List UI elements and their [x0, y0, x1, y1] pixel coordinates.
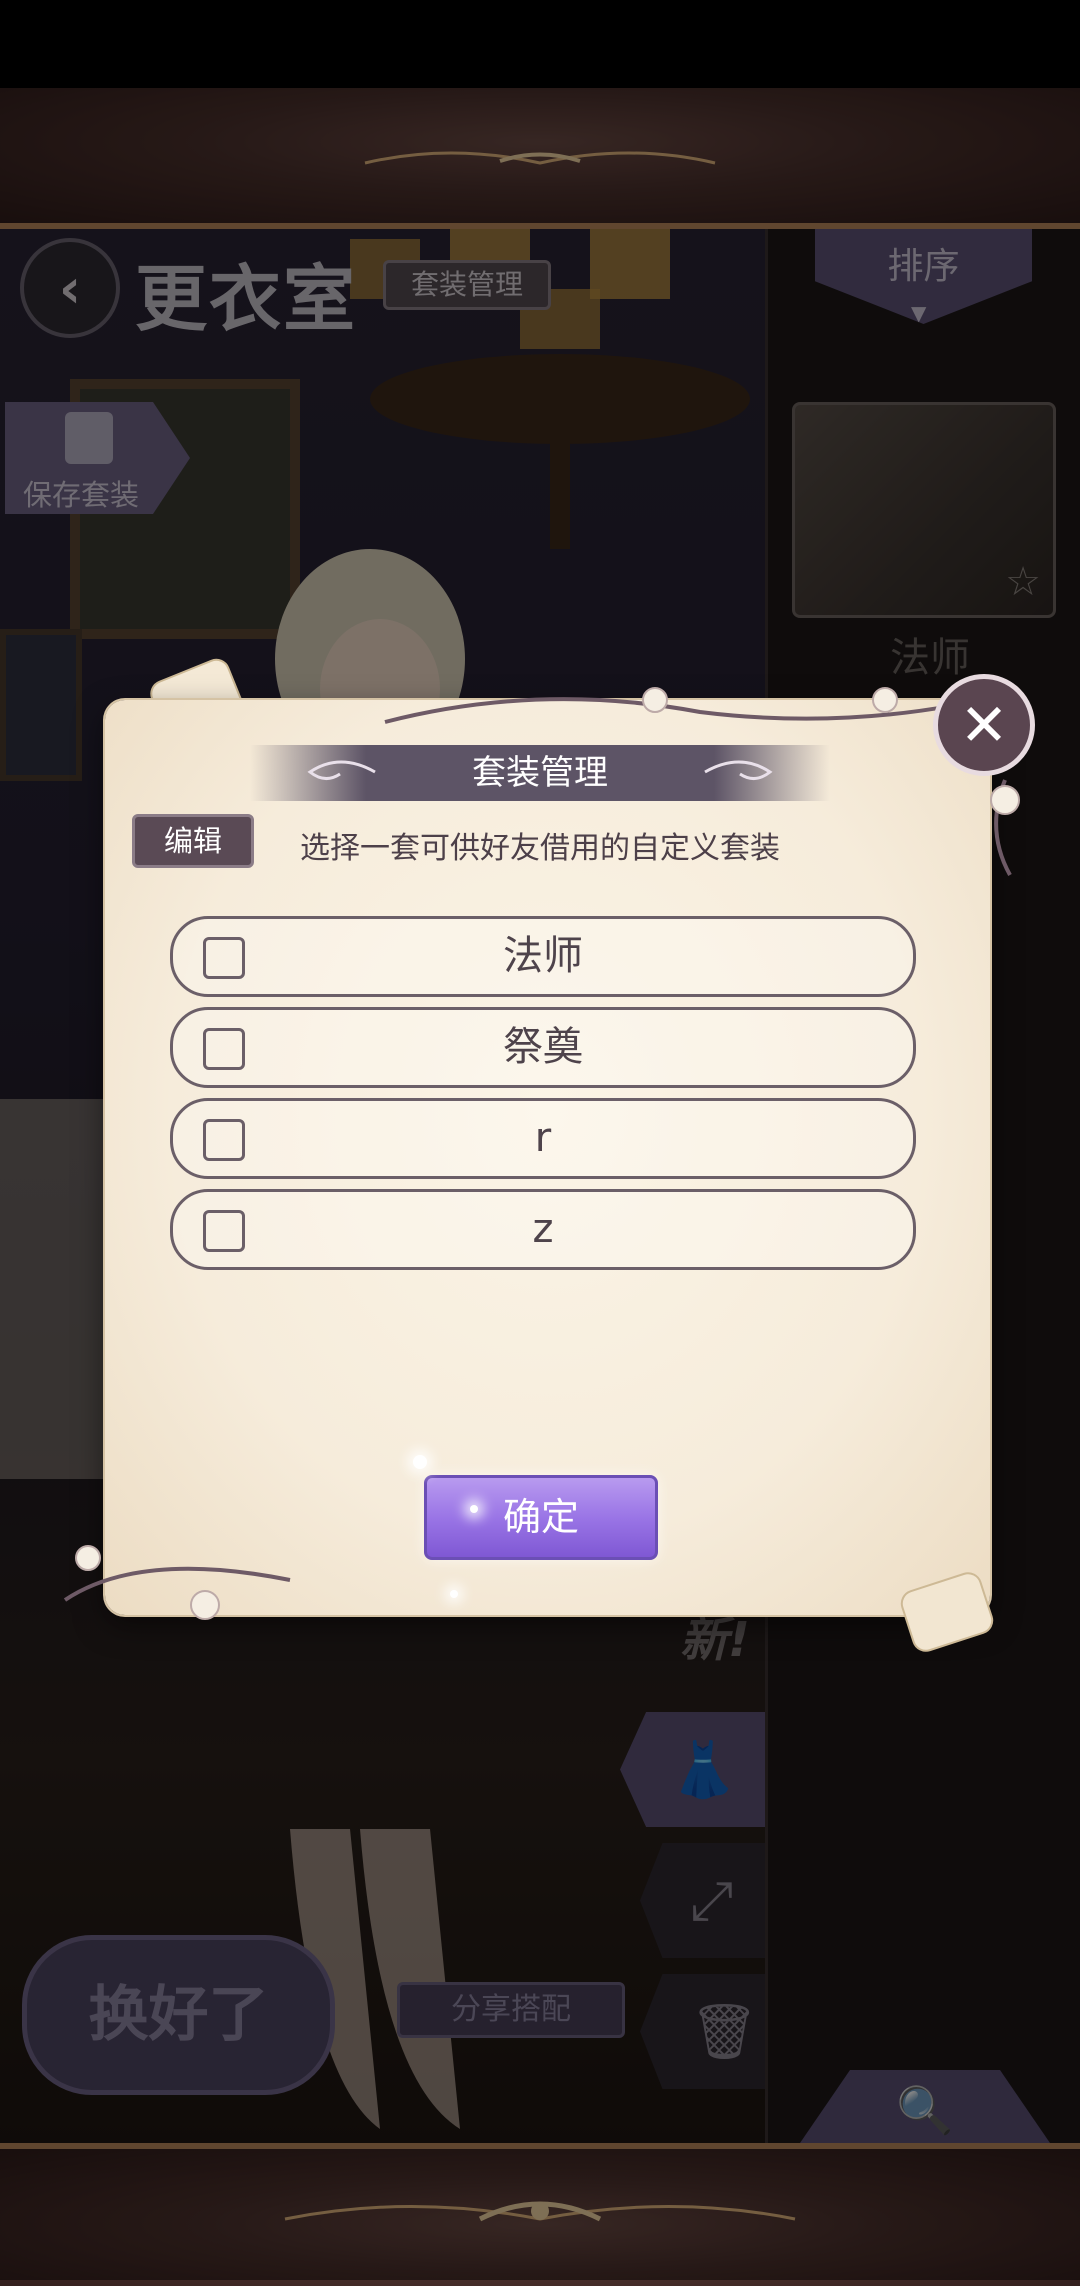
- suit-option[interactable]: 法师: [170, 916, 916, 997]
- edit-button[interactable]: 编辑: [132, 814, 254, 868]
- sparkle-decoration: [413, 1455, 427, 1469]
- sparkle-decoration: [450, 1590, 458, 1598]
- status-bar: [0, 0, 1080, 88]
- suit-option-label: r: [534, 1115, 552, 1161]
- suit-option-label: 法师: [503, 933, 583, 979]
- vine-decoration-icon: [990, 779, 1020, 876]
- vine-decoration-icon: [384, 687, 1016, 724]
- close-button[interactable]: ✕: [933, 674, 1035, 776]
- vine-decoration-icon: [63, 1545, 291, 1620]
- suit-option-label: z: [532, 1206, 554, 1252]
- dialog-hint: 选择一套可供好友借用的自定义套装: [300, 831, 780, 866]
- suit-option-label: 祭奠: [503, 1024, 583, 1070]
- dialog-title: 套装管理: [472, 753, 608, 793]
- suit-option[interactable]: 祭奠: [170, 1007, 916, 1088]
- close-icon: ✕: [959, 691, 1009, 759]
- sparkle-decoration: [470, 1505, 478, 1513]
- confirm-button[interactable]: 确定: [424, 1475, 658, 1560]
- suit-option[interactable]: z: [170, 1189, 916, 1270]
- suit-option[interactable]: r: [170, 1098, 916, 1179]
